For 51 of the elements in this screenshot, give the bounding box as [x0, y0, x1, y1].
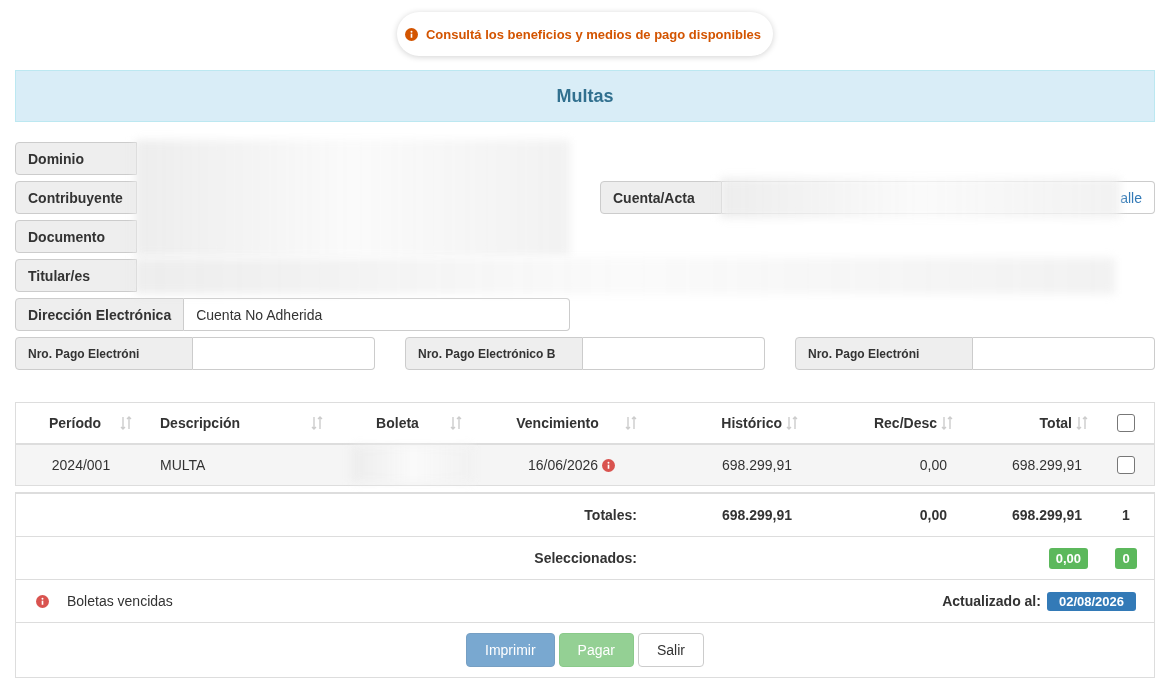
notice-text: Consultá los beneficios y medios de pago disponibles	[425, 26, 762, 42]
detail-link[interactable]: alle	[1120, 189, 1142, 206]
table-cell-text: MULTA	[159, 457, 207, 473]
table-cell-text: 698.299,91	[720, 457, 793, 473]
field-label: Documento	[15, 220, 137, 253]
field-label: Contribuyente	[15, 181, 137, 214]
column-header[interactable]: Vencimiento	[476, 415, 651, 431]
date-badge: 02/08/2026	[1046, 591, 1136, 611]
sort-icon	[941, 416, 953, 430]
field-value: Cuenta No Adherida	[196, 306, 323, 323]
updated-label: Actualizado al:	[942, 593, 1041, 609]
sort-icon	[120, 416, 132, 430]
column-header[interactable]: Boleta	[331, 415, 476, 431]
panel-title: Multas	[556, 85, 614, 107]
total-value: 698.299,91	[720, 507, 793, 523]
checkbox[interactable]	[1117, 414, 1135, 432]
total-count: 1	[1121, 507, 1131, 523]
sort-icon	[625, 416, 637, 430]
warning-icon	[36, 594, 49, 608]
table-cell-text: 0,00	[918, 457, 948, 473]
field-label: Nro. Pago Electróni	[795, 337, 973, 370]
sort-icon	[311, 416, 323, 430]
total-value: 0,00	[918, 507, 948, 523]
selected-label: Seleccionados:	[533, 550, 638, 566]
amount-badge: 0,00	[1048, 547, 1088, 569]
sort-icon	[786, 416, 798, 430]
warning-icon	[602, 459, 615, 472]
column-header[interactable]: Descripción	[146, 415, 331, 431]
column-header[interactable]: Histórico	[651, 415, 806, 431]
field-label: Titular/es	[15, 259, 137, 292]
checkbox[interactable]	[1117, 456, 1135, 474]
sort-icon	[1076, 416, 1088, 430]
column-header[interactable]: Rec/Desc	[806, 415, 961, 431]
notice-pill[interactable]: Consultá los beneficios y medios de pago disponibles	[396, 12, 774, 56]
column-header[interactable]: Período	[16, 415, 146, 431]
legend-text: Boletas vencidas	[67, 593, 173, 609]
table-cell-text: 2024/001	[50, 457, 112, 473]
info-icon	[404, 27, 418, 41]
count-badge: 0	[1115, 547, 1137, 569]
field-label: Dominio	[15, 142, 137, 175]
field-label: Cuenta/Acta	[600, 181, 722, 214]
field-label: Nro. Pago Electróni	[15, 337, 193, 370]
total-value: 698.299,91	[1010, 507, 1083, 523]
table-cell: 16/06/2026	[476, 457, 651, 473]
exit-button[interactable]: Salir	[637, 633, 704, 667]
column-header[interactable]: Total	[961, 415, 1096, 431]
sort-icon	[450, 416, 462, 430]
field-label: Nro. Pago Electrónico B	[405, 337, 583, 370]
table-cell-text: 698.299,91	[1010, 457, 1083, 473]
field-label: Dirección Electrónica	[15, 298, 185, 331]
totals-label: Totales:	[583, 507, 638, 523]
